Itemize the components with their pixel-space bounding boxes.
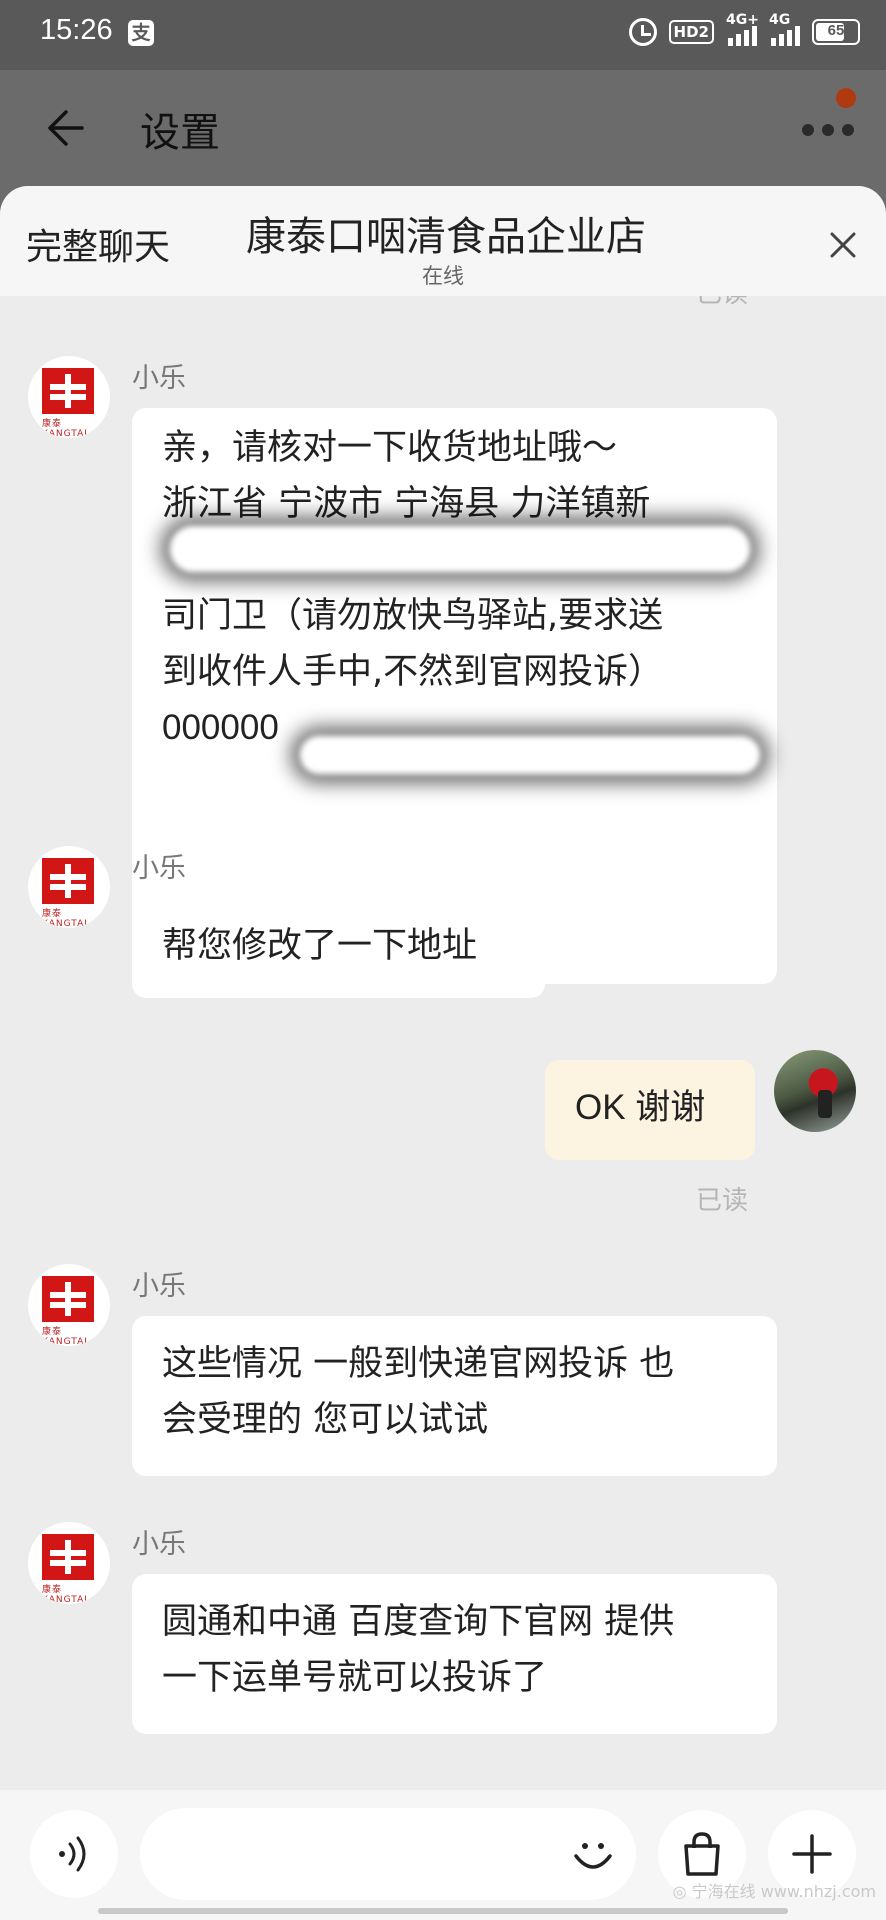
- input-bar: ◎ 宁海在线 www.nhzj.com: [0, 1790, 886, 1920]
- shop-logo-icon: [42, 858, 94, 904]
- read-receipt: 已读: [696, 1186, 749, 1216]
- battery-level: 65: [827, 22, 845, 39]
- message-line: OK 谢谢: [575, 1088, 706, 1127]
- message-line: 到收件人手中,不然到官网投诉）: [162, 652, 664, 692]
- emoji-icon[interactable]: [570, 1832, 616, 1878]
- shop-name: 康泰口咽清食品企业店: [246, 214, 646, 260]
- gesture-bar[interactable]: [98, 1908, 788, 1914]
- message-bubble[interactable]: 圆通和中通 百度查询下官网 提供 一下运单号就可以投诉了: [132, 1574, 777, 1734]
- message-line: 一下运单号就可以投诉了: [162, 1658, 548, 1698]
- status-icons: HD2 4G+ 4G 65: [628, 12, 860, 46]
- sender-name: 小乐: [132, 853, 186, 884]
- page-title: 设置: [140, 110, 220, 156]
- chat-header: 完整聊天 康泰口咽清食品企业店 在线: [0, 186, 886, 296]
- voice-button[interactable]: [30, 1810, 118, 1898]
- message-line: 亲，请核对一下收货地址哦～: [162, 428, 618, 468]
- plus-icon: [792, 1834, 832, 1874]
- shop-logo-icon: [42, 1276, 94, 1322]
- close-icon[interactable]: [822, 224, 864, 266]
- battery-icon: 65: [812, 19, 860, 45]
- message-line: 司门卫（请勿放快鸟驿站,要求送: [162, 596, 664, 636]
- voice-icon: [59, 1836, 86, 1872]
- message-bubble[interactable]: 帮您修改了一下地址: [132, 898, 545, 998]
- status-bar: 15:26 支 HD2 4G+ 4G 65: [0, 0, 886, 70]
- alipay-icon: 支: [128, 20, 154, 46]
- signal-icon-2: 4G: [769, 12, 800, 46]
- message-line: 这些情况 一般到快递官网投诉 也: [162, 1344, 675, 1384]
- status-time: 15:26: [40, 14, 113, 46]
- message-line: 会受理的 您可以试试: [162, 1400, 489, 1440]
- back-arrow-icon[interactable]: [44, 108, 84, 148]
- more-icon[interactable]: [798, 120, 858, 140]
- redaction-mark: [170, 526, 750, 572]
- online-status: 在线: [422, 264, 464, 288]
- redaction-mark: [300, 736, 760, 774]
- shopping-bag-icon: [684, 1832, 720, 1876]
- message-line: 浙江省 宁波市 宁海县 力洋镇新: [162, 484, 651, 524]
- signal-icon-1: 4G+: [726, 12, 759, 46]
- user-avatar[interactable]: [774, 1050, 856, 1132]
- message-bubble[interactable]: 这些情况 一般到快递官网投诉 也 会受理的 您可以试试: [132, 1316, 777, 1476]
- sender-name: 小乐: [132, 1271, 186, 1302]
- shop-avatar[interactable]: 康泰 KANGTAI: [28, 1264, 110, 1346]
- settings-header: 设置: [0, 70, 886, 185]
- hd-icon: HD2: [668, 20, 714, 44]
- network-type-2: 4G: [769, 12, 791, 28]
- chat-sheet: 已读 康泰 KANGTAI 小乐 亲，请核对一下收货地址哦～ 浙江省 宁波市 宁…: [0, 186, 886, 1920]
- network-type-1: 4G+: [726, 12, 759, 28]
- watermark: ◎ 宁海在线 www.nhzj.com: [672, 1882, 876, 1901]
- message-input[interactable]: [140, 1808, 636, 1900]
- shop-logo-icon: [42, 1534, 94, 1580]
- shop-logo-icon: [42, 368, 94, 414]
- sender-name: 小乐: [132, 363, 186, 394]
- message-line: 圆通和中通 百度查询下官网 提供: [162, 1602, 675, 1642]
- sender-name: 小乐: [132, 1529, 186, 1560]
- message-line: 帮您修改了一下地址: [162, 926, 478, 966]
- my-message-bubble[interactable]: OK 谢谢: [545, 1060, 755, 1160]
- shop-avatar[interactable]: 康泰 KANGTAI: [28, 1522, 110, 1604]
- shop-avatar[interactable]: 康泰 KANGTAI: [28, 356, 110, 438]
- alarm-icon: [628, 18, 657, 46]
- notification-dot: [836, 88, 856, 108]
- shop-avatar[interactable]: 康泰 KANGTAI: [28, 846, 110, 928]
